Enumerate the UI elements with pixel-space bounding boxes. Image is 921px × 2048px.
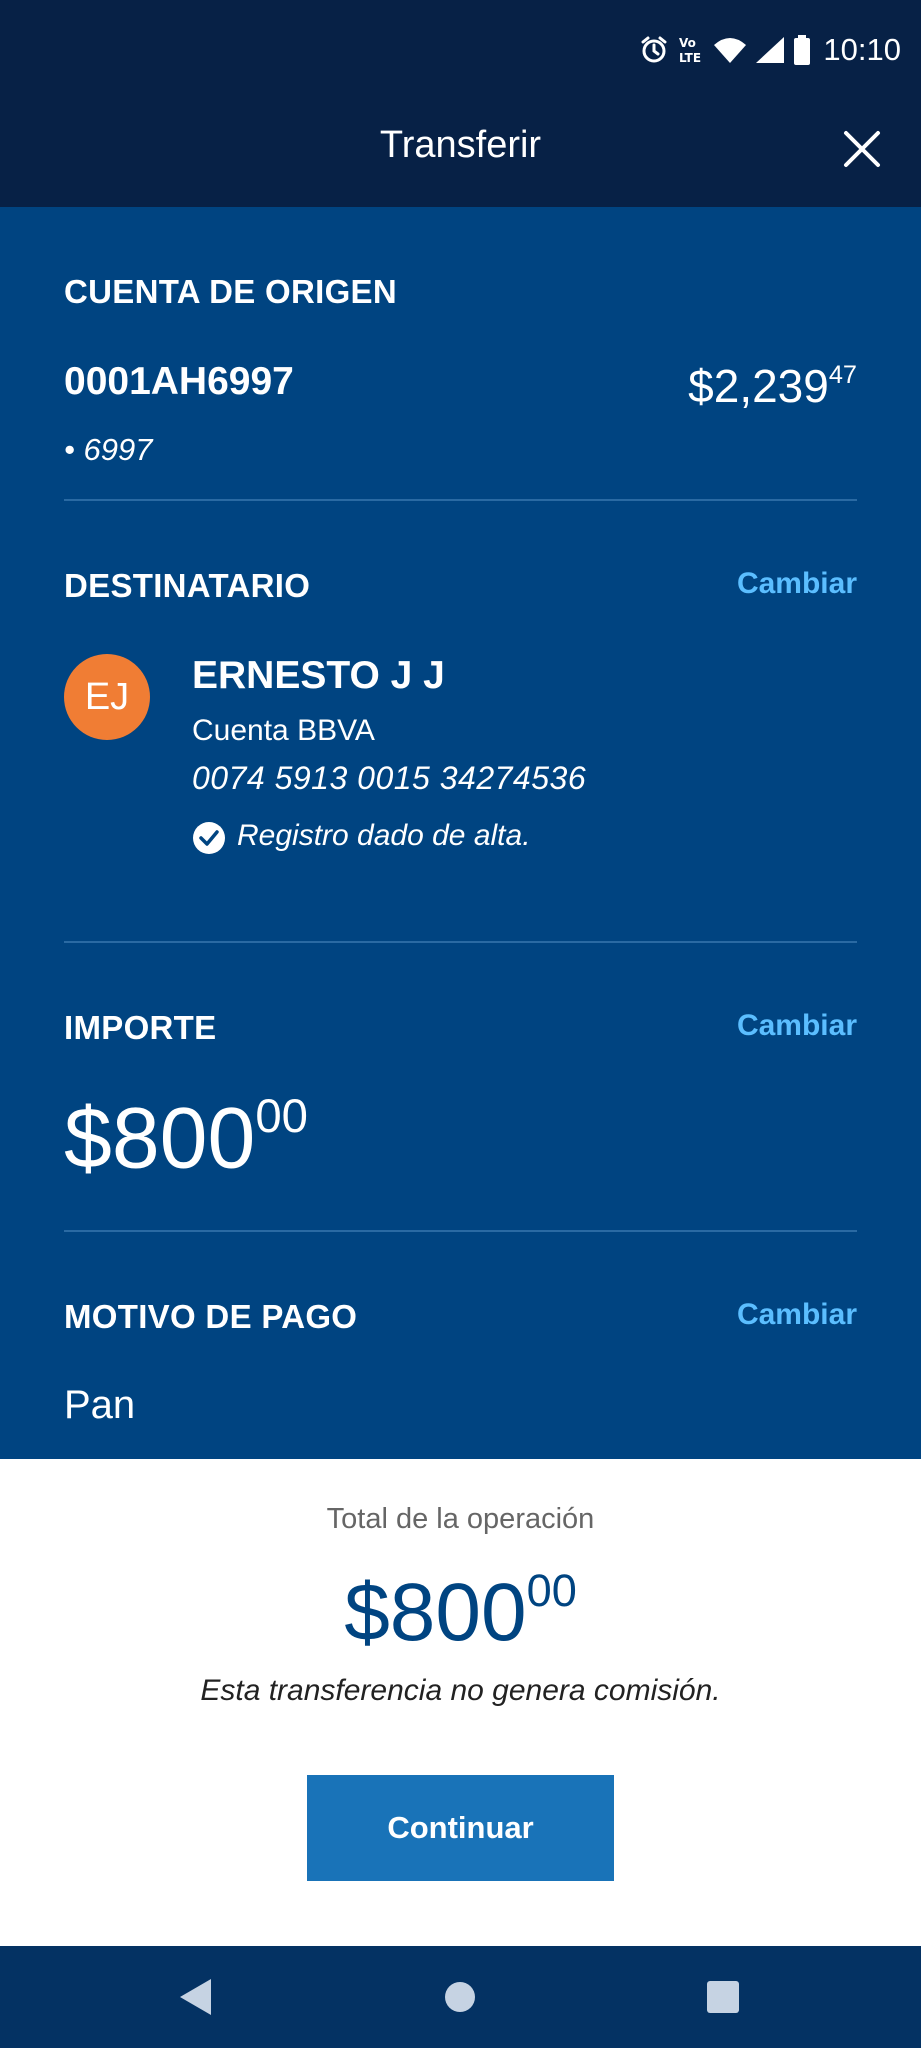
change-reason-link[interactable]: Cambiar bbox=[737, 1298, 857, 1332]
total-cents: 00 bbox=[526, 1565, 577, 1616]
alarm-icon bbox=[641, 36, 667, 63]
total-label: Total de la operación bbox=[326, 1503, 595, 1535]
recipient-bank: Cuenta BBVA bbox=[192, 714, 375, 747]
origin-account-mask: • 6997 bbox=[64, 432, 153, 467]
divider bbox=[64, 499, 857, 501]
transfer-summary: CUENTA DE ORIGEN 0001AH6997 $2,23947 • 6… bbox=[0, 207, 921, 1459]
amount-section-title: IMPORTE bbox=[64, 1009, 217, 1046]
cell-signal-icon bbox=[756, 37, 785, 63]
total-footer: Total de la operación $80000 Esta transf… bbox=[0, 1459, 921, 1946]
recipient-status: Registro dado de alta. bbox=[237, 819, 531, 852]
check-circle-icon bbox=[193, 822, 225, 854]
battery-icon bbox=[794, 35, 811, 65]
continue-button[interactable]: Continuar bbox=[307, 1775, 614, 1881]
fee-note: Esta transferencia no genera comisión. bbox=[200, 1674, 721, 1707]
total-main: $800 bbox=[344, 1566, 527, 1658]
app-bar: Transferir bbox=[0, 100, 921, 207]
page-title: Transferir bbox=[379, 124, 542, 166]
back-button[interactable] bbox=[145, 1946, 245, 2048]
recipient-name: ERNESTO J J bbox=[192, 654, 445, 697]
payment-reason: Pan bbox=[64, 1383, 136, 1427]
status-bar: Vo LTE 10:10 bbox=[0, 0, 921, 100]
recipient-section-title: DESTINATARIO bbox=[64, 567, 311, 604]
recents-icon bbox=[707, 1981, 739, 2013]
status-icons: Vo LTE 10:10 bbox=[639, 28, 901, 72]
reason-section-title: MOTIVO DE PAGO bbox=[64, 1298, 358, 1335]
home-button[interactable] bbox=[410, 1946, 510, 2048]
total-amount: $80000 bbox=[0, 1566, 921, 1658]
transfer-amount: $80000 bbox=[64, 1090, 308, 1182]
change-recipient-link[interactable]: Cambiar bbox=[737, 567, 857, 601]
origin-account-name: 0001AH6997 bbox=[64, 360, 294, 403]
balance-cents: 47 bbox=[828, 361, 857, 390]
balance-main: $2,239 bbox=[688, 360, 829, 412]
system-nav-bar bbox=[0, 1946, 921, 2048]
home-icon bbox=[445, 1982, 475, 2012]
amount-cents: 00 bbox=[255, 1090, 308, 1143]
back-icon bbox=[180, 1979, 211, 2015]
wifi-icon bbox=[714, 38, 747, 63]
divider bbox=[64, 1230, 857, 1232]
recipient-account-number: 0074 5913 0015 34274536 bbox=[192, 760, 587, 796]
amount-main: $800 bbox=[64, 1090, 256, 1187]
svg-text:Vo: Vo bbox=[679, 36, 696, 50]
change-amount-link[interactable]: Cambiar bbox=[737, 1009, 857, 1043]
svg-text:LTE: LTE bbox=[679, 51, 701, 65]
close-icon[interactable] bbox=[839, 126, 885, 172]
avatar: EJ bbox=[64, 654, 150, 740]
divider bbox=[64, 941, 857, 943]
volte-icon: Vo LTE bbox=[679, 36, 701, 65]
status-time: 10:10 bbox=[823, 32, 901, 67]
origin-account-balance: $2,23947 bbox=[688, 359, 857, 413]
recents-button[interactable] bbox=[673, 1946, 773, 2048]
origin-section-title: CUENTA DE ORIGEN bbox=[64, 273, 397, 310]
